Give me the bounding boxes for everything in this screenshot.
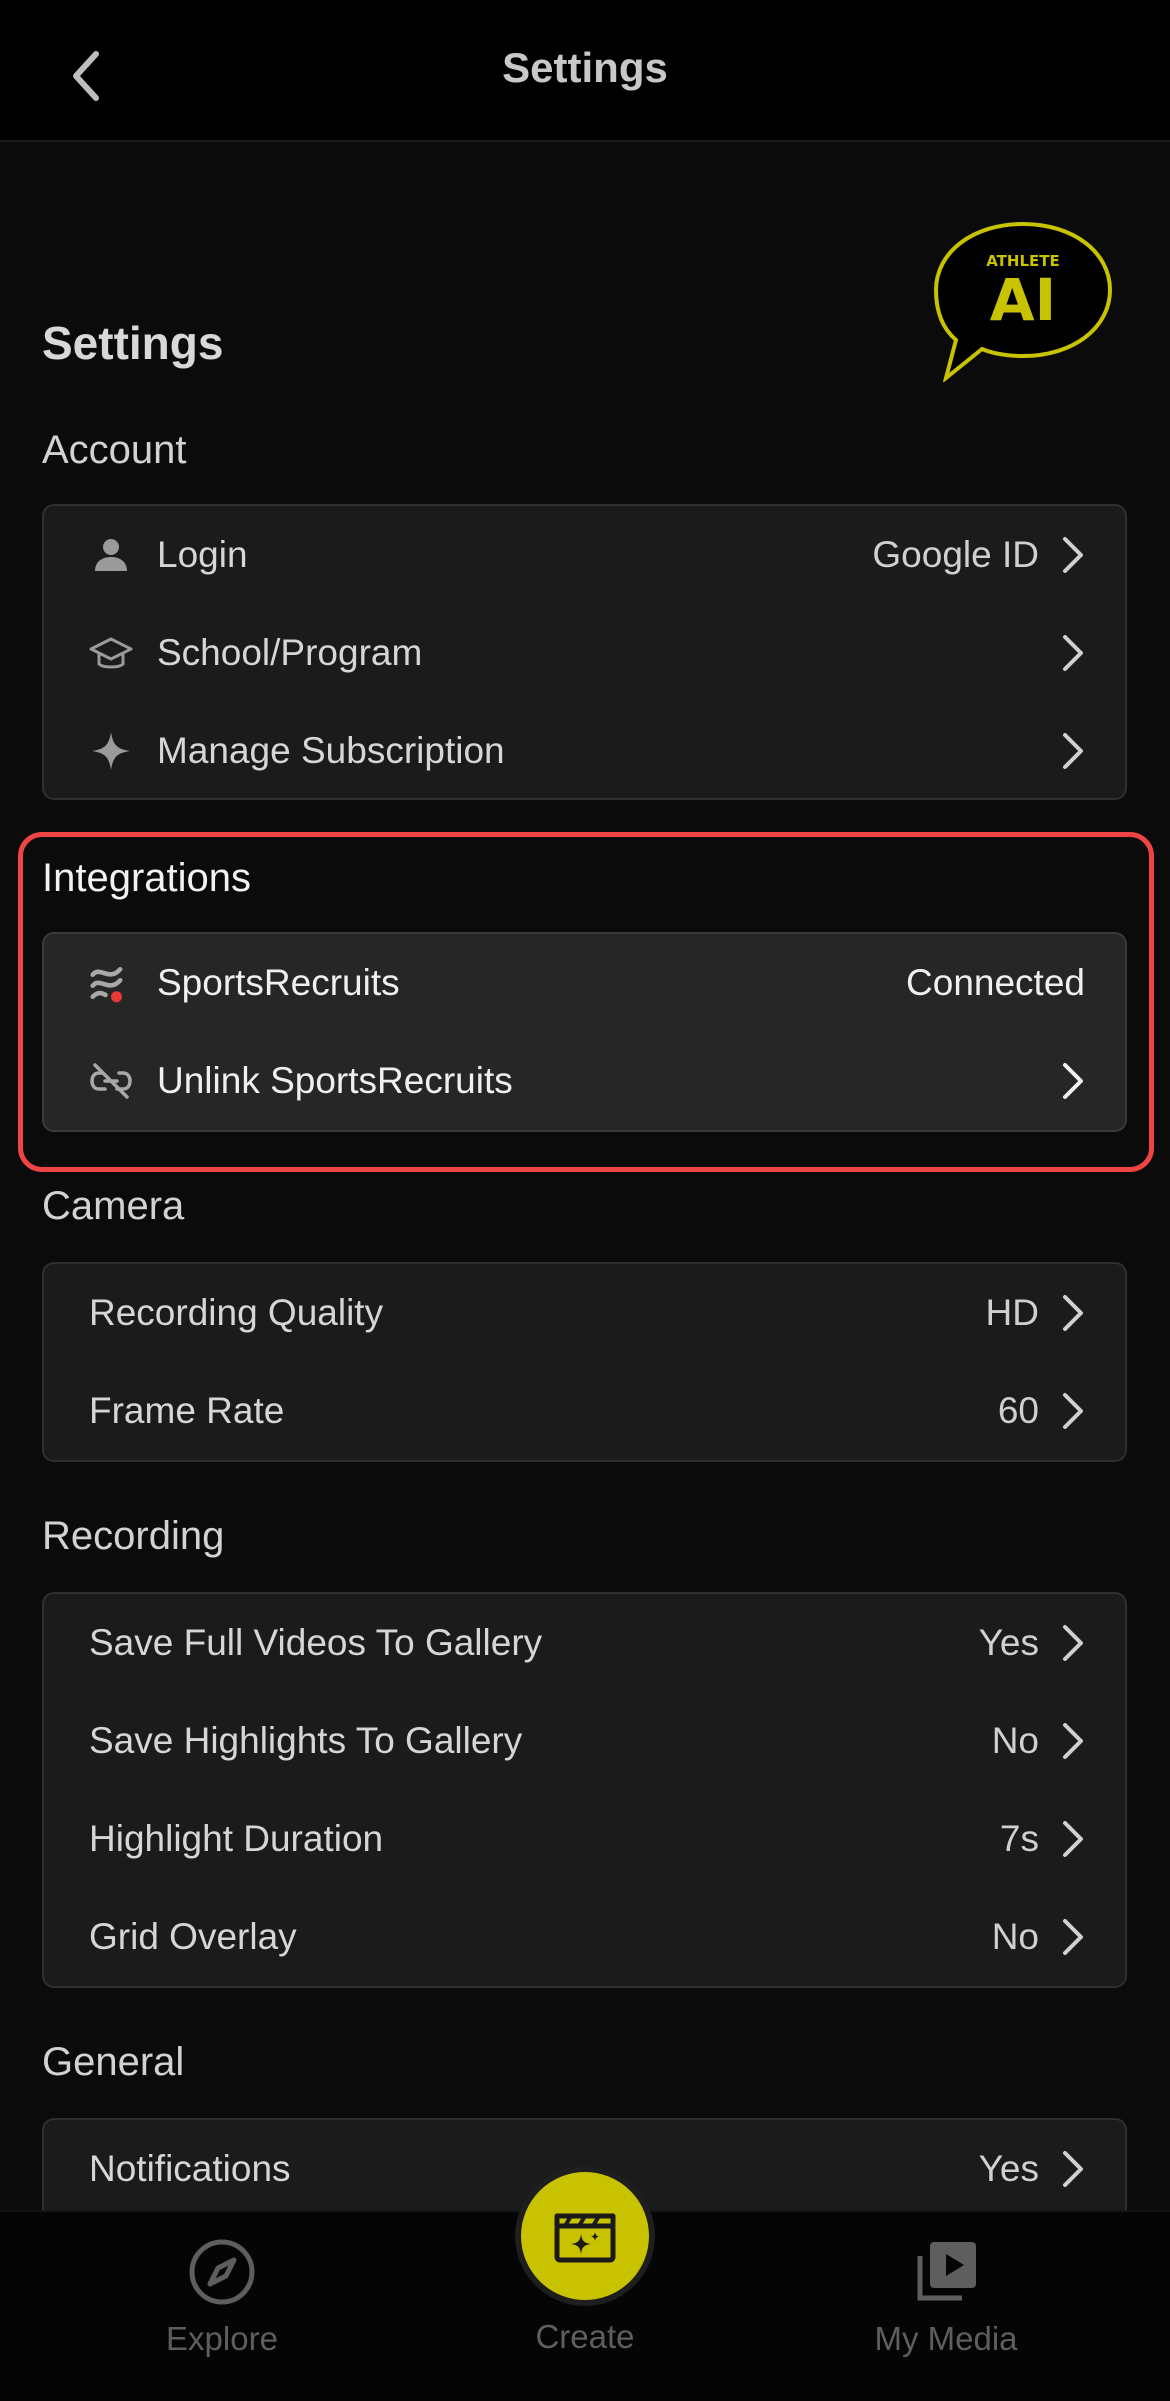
sportsrecruits-row[interactable]: SportsRecruits Connected [44,934,1125,1032]
graduation-cap-icon [89,631,133,675]
chevron-right-icon [1063,1723,1083,1759]
nav-bar: Settings [0,0,1170,142]
chevron-right-icon [1063,1393,1083,1429]
school-program-label: School/Program [157,632,423,673]
section-title-account: Account [42,428,187,472]
manage-subscription-label: Manage Subscription [157,730,505,771]
highlight-duration-row[interactable]: Highlight Duration 7s [44,1790,1125,1888]
tab-explore-label: Explore [166,2320,278,2357]
clapperboard-sparkle-icon [554,2213,616,2263]
recording-quality-label: Recording Quality [89,1292,384,1333]
school-program-row[interactable]: School/Program [44,604,1125,702]
highlight-duration-value: 7s [999,1818,1039,1859]
chevron-right-icon [1063,733,1083,769]
chevron-right-icon [1063,2151,1083,2187]
section-title-recording: Recording [42,1514,225,1558]
page-heading: Settings [42,317,224,369]
settings-screen: Settings ATHLETE AI Settings Account Log… [0,0,1170,2401]
grid-overlay-label: Grid Overlay [89,1916,297,1957]
frame-rate-label: Frame Rate [89,1390,285,1431]
chevron-right-icon [1063,1821,1083,1857]
chevron-right-icon [1063,537,1083,573]
grid-overlay-row[interactable]: Grid Overlay No [44,1888,1125,1986]
login-row[interactable]: Login Google ID [44,506,1125,604]
section-title-camera: Camera [42,1184,185,1228]
save-highlights-label: Save Highlights To Gallery [89,1720,523,1761]
chevron-right-icon [1063,1295,1083,1331]
create-button[interactable] [515,2166,655,2306]
sportsrecruits-status: Connected [906,962,1085,1003]
unlink-icon [89,1059,133,1103]
recording-card: Save Full Videos To Gallery Yes Save Hig… [42,1592,1127,1988]
save-full-videos-row[interactable]: Save Full Videos To Gallery Yes [44,1594,1125,1692]
sportsrecruits-label: SportsRecruits [157,962,400,1003]
tab-my-media[interactable]: My Media [796,2212,1096,2401]
recording-quality-value: HD [985,1292,1039,1333]
login-value: Google ID [872,534,1039,575]
section-title-general: General [42,2040,185,2084]
settings-list[interactable]: ATHLETE AI Settings Account Login Google… [0,144,1170,2210]
account-card: Login Google ID School/Program Manage Su… [42,504,1127,800]
nav-title: Settings [502,44,668,91]
camera-card: Recording Quality HD Frame Rate 60 [42,1262,1127,1462]
frame-rate-value: 60 [997,1390,1039,1431]
save-full-videos-value: Yes [978,1622,1039,1663]
login-label: Login [157,534,248,575]
chevron-right-icon [1063,1919,1083,1955]
tab-my-media-label: My Media [874,2320,1018,2357]
grid-overlay-value: No [991,1916,1039,1957]
save-highlights-row[interactable]: Save Highlights To Gallery No [44,1692,1125,1790]
media-library-icon [917,2242,976,2301]
section-title-integrations: Integrations [42,856,252,900]
sparkle-icon [89,729,133,773]
unlink-sportsrecruits-label: Unlink SportsRecruits [157,1060,513,1101]
recording-quality-row[interactable]: Recording Quality HD [44,1264,1125,1362]
sportsrecruits-logo-icon [89,961,133,1005]
logo-text-main: AI [990,266,1056,334]
notifications-value: Yes [978,2148,1039,2189]
integrations-card: SportsRecruits Connected Unlink SportsRe… [42,932,1127,1132]
tab-explore[interactable]: Explore [72,2212,372,2401]
notifications-label: Notifications [89,2148,291,2189]
tab-create-label: Create [535,2318,635,2355]
chevron-right-icon [1063,1063,1083,1099]
manage-subscription-row[interactable]: Manage Subscription [44,702,1125,800]
save-full-videos-label: Save Full Videos To Gallery [89,1622,543,1663]
athlete-ai-logo-icon: ATHLETE AI [933,221,1113,382]
unlink-sportsrecruits-row[interactable]: Unlink SportsRecruits [44,1032,1125,1130]
person-icon [89,533,133,577]
save-highlights-value: No [991,1720,1039,1761]
chevron-right-icon [1063,635,1083,671]
frame-rate-row[interactable]: Frame Rate 60 [44,1362,1125,1460]
compass-icon [189,2239,255,2305]
chevron-right-icon [1063,1625,1083,1661]
highlight-duration-label: Highlight Duration [89,1818,384,1859]
